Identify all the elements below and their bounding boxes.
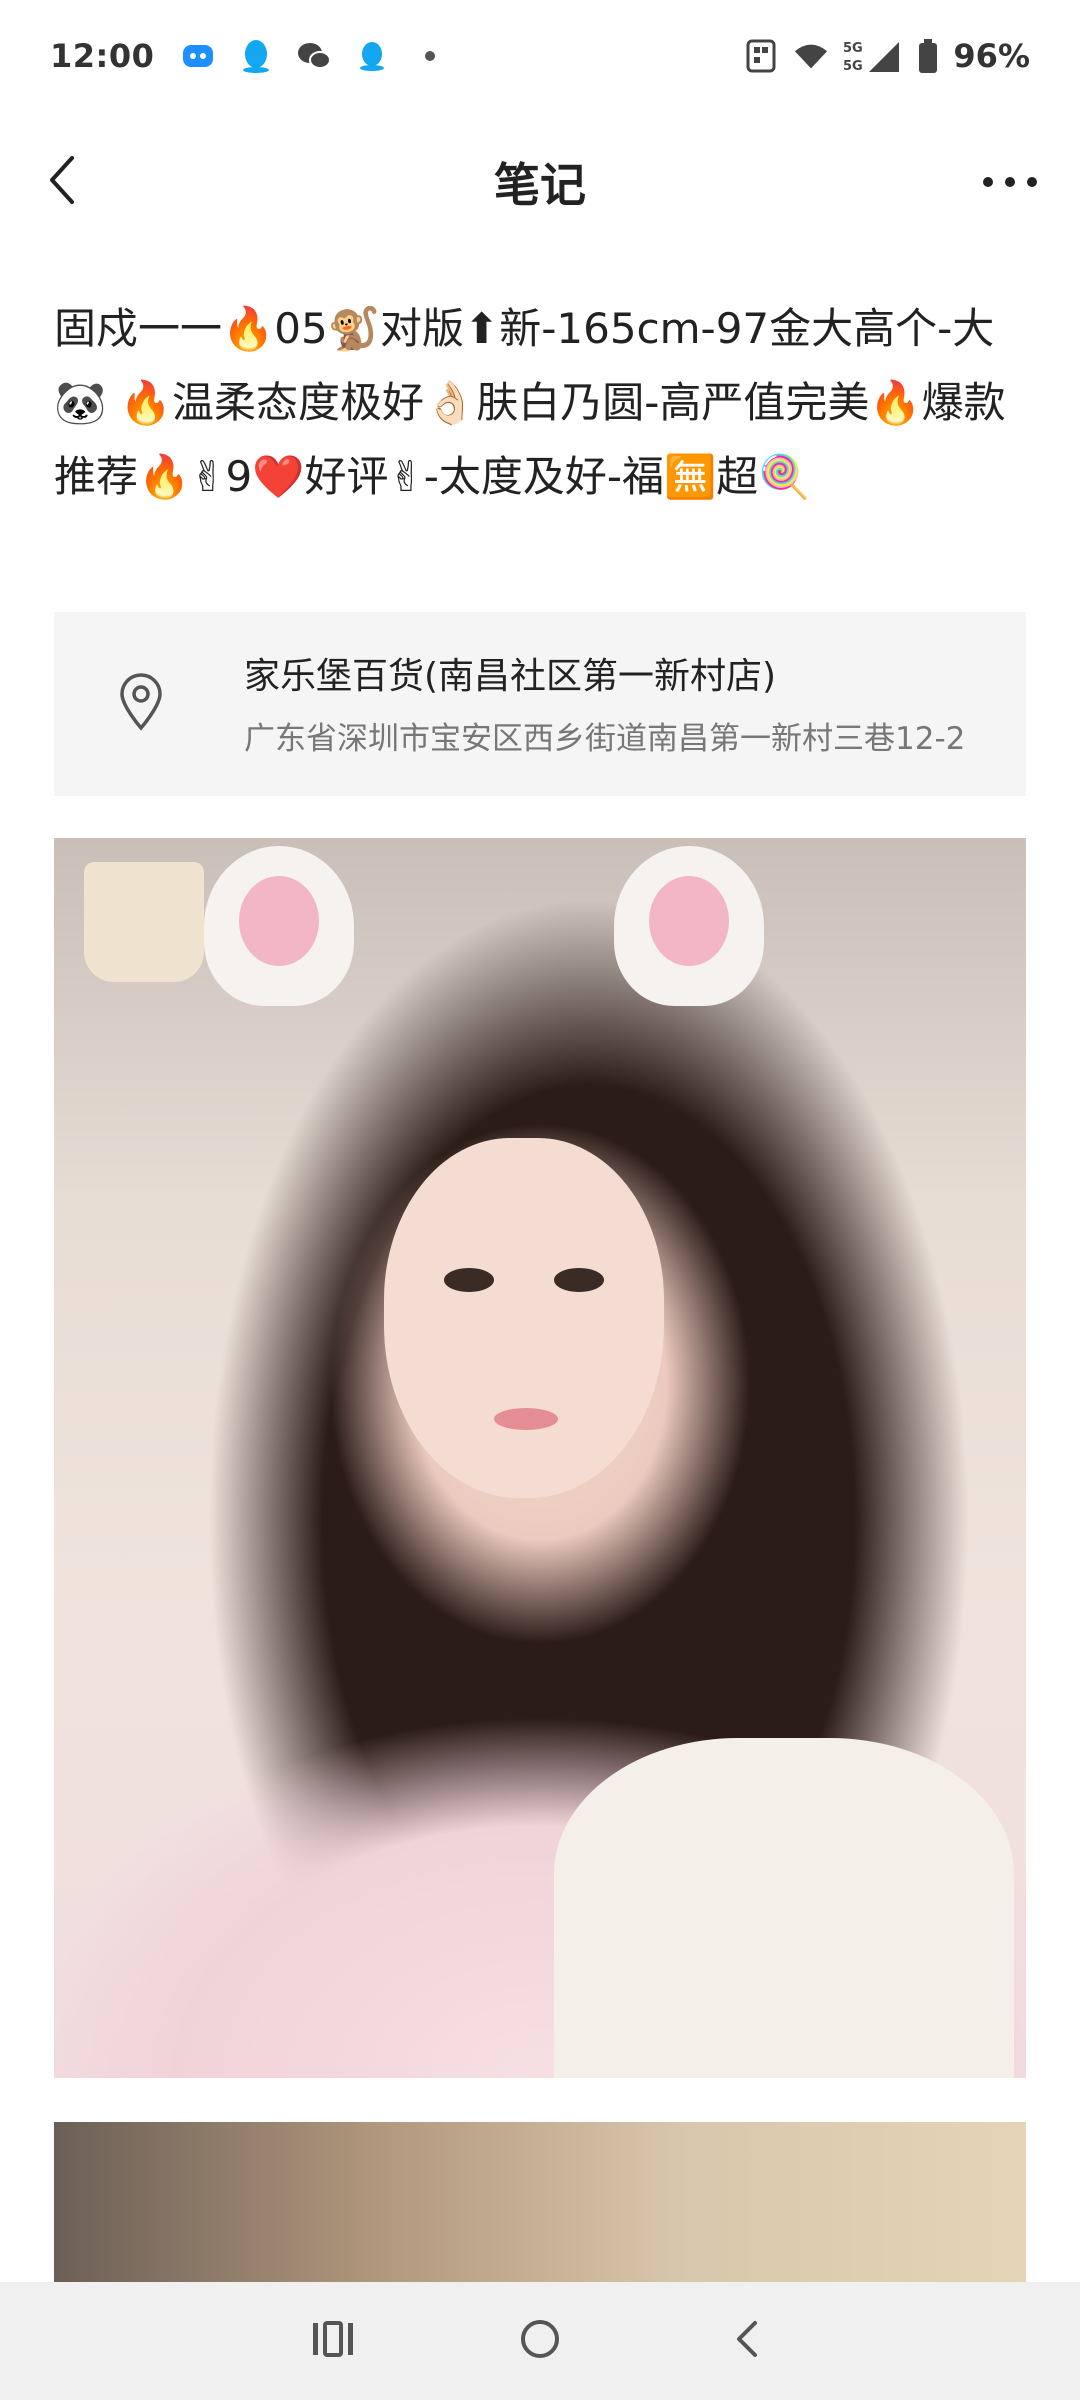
more-dots-icon <box>982 173 1038 192</box>
home-icon <box>519 2318 561 2364</box>
status-bar: 12:00 5G 5G 96% <box>0 0 1080 112</box>
status-time: 12:00 <box>50 37 155 75</box>
home-button[interactable] <box>500 2301 580 2381</box>
notification-icons <box>180 38 448 74</box>
ear-right <box>614 846 764 1006</box>
svg-text:5G: 5G <box>843 41 863 56</box>
note-photo-2[interactable] <box>54 2122 1026 2282</box>
location-pin-icon <box>116 672 176 736</box>
note-content: 固戍一一🔥05🐒对版⬆新-165cm-97金大高个-大🐼 🔥温柔态度极好👌🏻肤白… <box>54 304 1006 501</box>
qq-icon-2 <box>354 38 390 74</box>
nav-back-button[interactable] <box>707 2301 787 2381</box>
top-shape <box>554 1738 1014 2078</box>
note-photo-1[interactable] <box>54 838 1026 2078</box>
nav-back-icon <box>733 2319 761 2363</box>
wechat-icon <box>296 38 332 74</box>
location-text: 家乐堡百货(南昌社区第一新村店) 广东省深圳市宝安区西乡街道南昌第一新村三巷12… <box>244 652 965 764</box>
lamp-shape <box>84 862 204 982</box>
system-nav-bar <box>0 2282 1080 2400</box>
battery-icon <box>917 38 939 74</box>
location-address: 广东省深圳市宝安区西乡街道南昌第一新村三巷12-2 <box>244 721 966 757</box>
more-button[interactable] <box>970 150 1050 214</box>
ear-left <box>204 846 354 1006</box>
status-right: 5G 5G 96% <box>743 37 1030 75</box>
location-name: 家乐堡百货(南昌社区第一新村店) <box>244 656 777 697</box>
recents-button[interactable] <box>293 2301 373 2381</box>
back-button[interactable] <box>30 150 94 214</box>
bluebird-icon <box>180 38 216 74</box>
qq-icon <box>238 38 274 74</box>
battery-level: 96% <box>953 37 1030 75</box>
dot-icon <box>412 38 448 74</box>
nfc-icon <box>743 38 779 74</box>
signal-icon: 5G 5G <box>843 38 903 74</box>
back-chevron-icon <box>44 154 80 210</box>
svg-text:5G: 5G <box>843 59 863 74</box>
page-title: 笔记 <box>494 158 586 212</box>
location-card[interactable]: 家乐堡百货(南昌社区第一新村店) 广东省深圳市宝安区西乡街道南昌第一新村三巷12… <box>54 612 1026 796</box>
recents-icon <box>311 2321 355 2361</box>
face-shape <box>384 1138 664 1498</box>
wifi-icon <box>793 38 829 74</box>
title-bar: 笔记 <box>0 112 1080 252</box>
